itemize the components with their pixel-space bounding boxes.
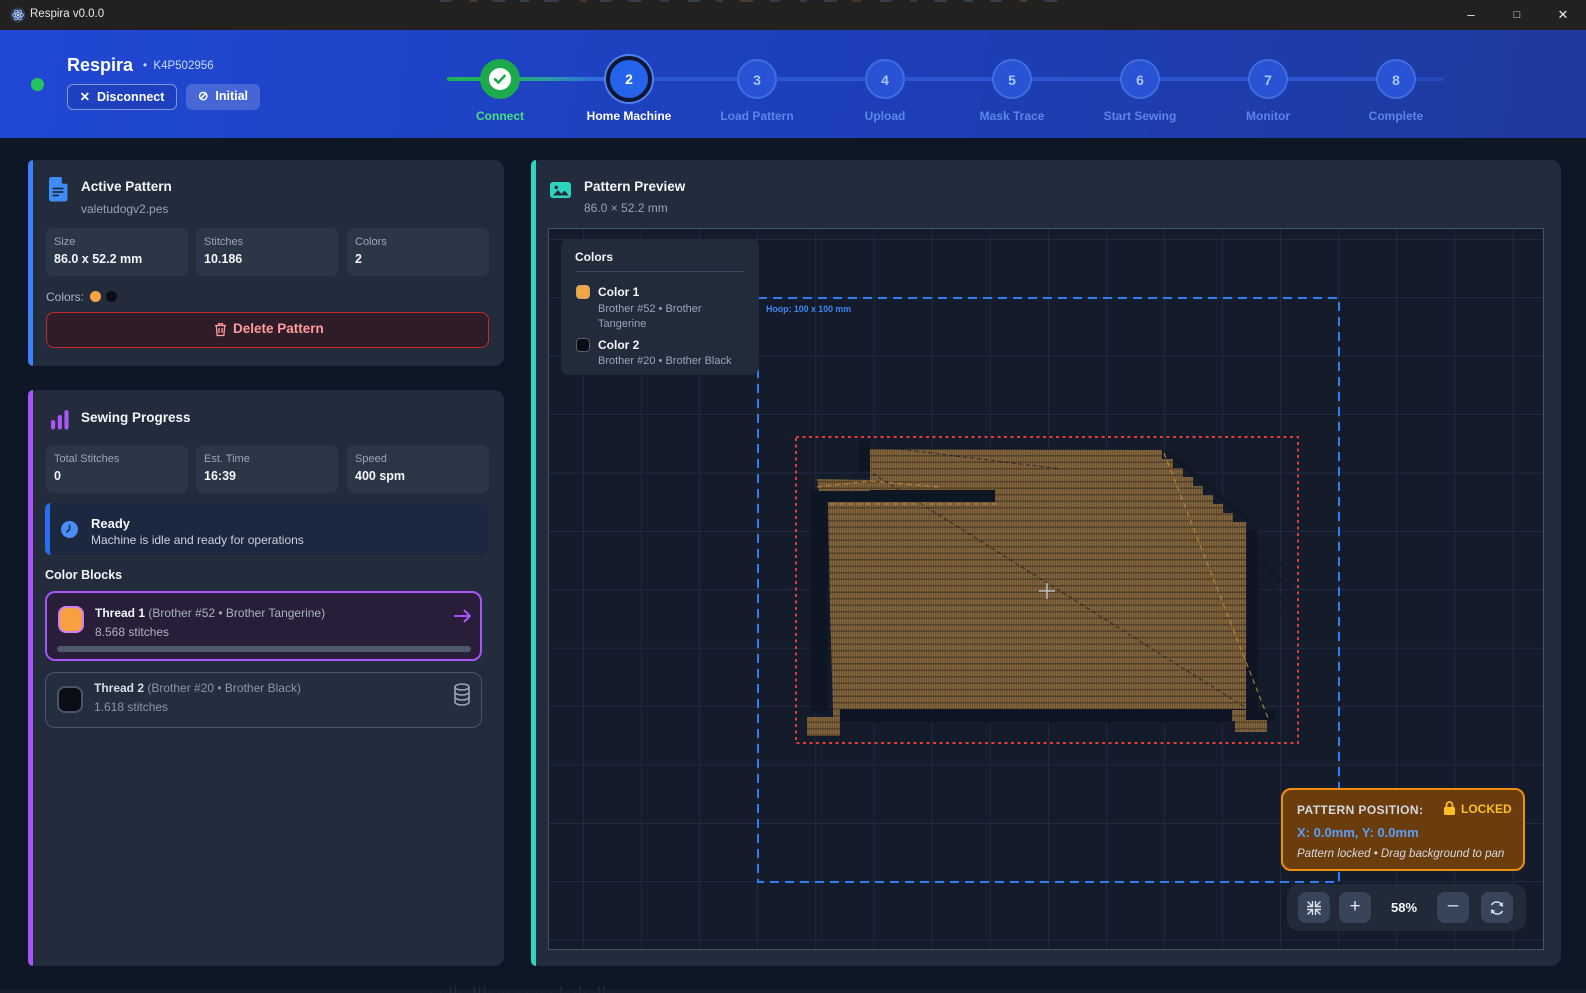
svg-text:Hoop: 100 x 100 mm: Hoop: 100 x 100 mm <box>766 304 851 314</box>
